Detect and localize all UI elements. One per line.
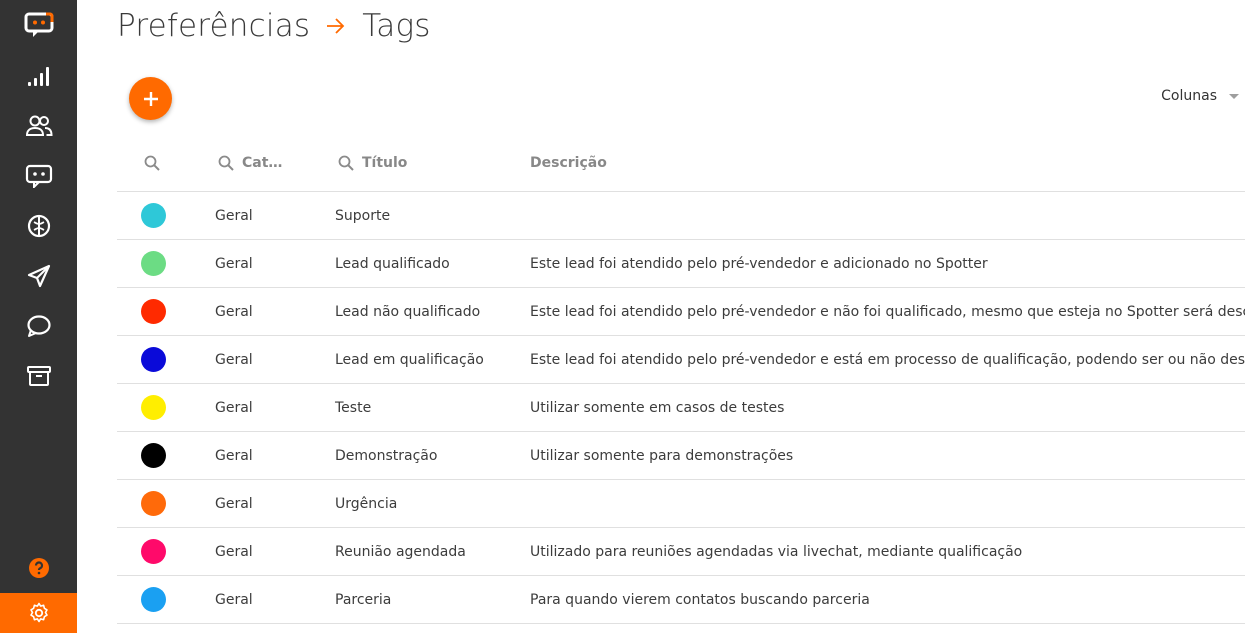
color-cell [141, 336, 166, 383]
description-column-header[interactable]: Descrição [530, 134, 607, 191]
color-cell [141, 576, 166, 623]
archive-icon[interactable] [0, 353, 77, 399]
title-cell: Reunião agendada [335, 543, 466, 560]
search-icon [218, 155, 234, 171]
color-swatch [141, 587, 166, 612]
color-swatch [141, 251, 166, 276]
description-cell: Este lead foi atendido pelo pré-vendedor… [530, 255, 988, 272]
color-swatch [141, 347, 166, 372]
category-cell: Geral [215, 255, 253, 272]
title-cell: Demonstração [335, 447, 438, 464]
description-cell: Utilizado para reuniões agendadas via li… [530, 543, 1023, 560]
table-row[interactable]: Geral Lead não qualificado Este lead foi a… [117, 288, 1245, 336]
description-header-label: Descrição [530, 154, 607, 171]
table-row[interactable]: Geral Parceria Para quando vierem contatos… [117, 576, 1245, 624]
speech-bubble-icon[interactable] [0, 303, 77, 349]
brain-icon[interactable] [0, 203, 77, 249]
color-cell [141, 528, 166, 575]
gear-icon[interactable] [0, 593, 77, 633]
table-row[interactable]: Geral Teste Utilizar somente em casos de t… [117, 384, 1245, 432]
color-swatch [141, 443, 166, 468]
color-swatch [141, 203, 166, 228]
table-body: Geral Suporte Geral Lead qualificado Este le… [117, 192, 1245, 624]
add-tag-button[interactable] [129, 77, 172, 120]
description-cell: Utilizar somente em casos de testes [530, 399, 785, 416]
category-cell: Geral [215, 591, 253, 608]
title-cell: Urgência [335, 495, 398, 512]
color-cell [141, 384, 166, 431]
color-cell [141, 288, 166, 335]
columns-dropdown[interactable]: Colunas [1161, 88, 1239, 104]
description-cell: Este lead foi atendido pelo pré-vendedor… [530, 303, 1245, 320]
search-icon [338, 155, 354, 171]
category-cell: Geral [215, 303, 253, 320]
category-cell: Geral [215, 543, 253, 560]
arrow-right-icon [326, 17, 346, 35]
users-icon[interactable] [0, 103, 77, 149]
category-cell: Geral [215, 495, 253, 512]
chevron-down-icon [1229, 93, 1239, 99]
color-cell [141, 192, 166, 239]
title-column-header[interactable]: Título [338, 134, 407, 191]
title-cell: Parceria [335, 591, 392, 608]
title-cell: Lead não qualificado [335, 303, 481, 320]
color-swatch [141, 539, 166, 564]
color-cell [141, 480, 166, 527]
plus-icon [143, 91, 158, 106]
title-cell: Lead qualificado [335, 255, 450, 272]
title-cell: Lead em qualificação [335, 351, 484, 368]
color-swatch [141, 299, 166, 324]
paper-plane-icon[interactable] [0, 253, 77, 299]
sidebar [0, 0, 77, 633]
description-cell: Para quando vierem contatos buscando par… [530, 591, 870, 608]
table-row[interactable]: Geral Demonstração Utilizar somente para d… [117, 432, 1245, 480]
breadcrumb-current: Tags [362, 8, 431, 44]
breadcrumb-parent[interactable]: Preferências [117, 8, 310, 44]
color-swatch [141, 491, 166, 516]
title-header-label: Título [362, 154, 408, 171]
table-row[interactable]: Geral Reunião agendada Utilizado para reun… [117, 528, 1245, 576]
description-cell: Este lead foi atendido pelo pré-vendedor… [530, 351, 1245, 368]
table-row[interactable]: Geral Urgência [117, 480, 1245, 528]
category-header-label: Cat… [242, 154, 283, 171]
table-row[interactable]: Geral Lead qualificado Este lead foi atend… [117, 240, 1245, 288]
title-cell: Suporte [335, 207, 391, 224]
color-cell [141, 432, 166, 479]
color-cell [141, 240, 166, 287]
table-row[interactable]: Geral Suporte [117, 192, 1245, 240]
category-cell: Geral [215, 447, 253, 464]
question-circle-icon[interactable] [0, 545, 77, 591]
logo-chat-icon[interactable] [0, 2, 77, 48]
category-cell: Geral [215, 351, 253, 368]
description-cell: Utilizar somente para demonstrações [530, 447, 794, 464]
table-header: Cat… Título Descrição [117, 134, 1245, 192]
tags-table: Cat… Título Descrição Geral Suporte Geral L… [117, 134, 1245, 624]
main-content: Preferências Tags Colunas Cat… Título De… [77, 0, 1245, 631]
color-swatch [141, 395, 166, 420]
category-column-header[interactable]: Cat… [218, 134, 282, 191]
chatbot-icon[interactable] [0, 153, 77, 199]
signal-bars-icon[interactable] [0, 53, 77, 99]
table-row[interactable]: Geral Lead em qualificação Este lead foi a… [117, 336, 1245, 384]
category-cell: Geral [215, 207, 253, 224]
title-cell: Teste [335, 399, 372, 416]
category-cell: Geral [215, 399, 253, 416]
columns-label: Colunas [1161, 88, 1217, 104]
breadcrumb: Preferências Tags [117, 6, 431, 46]
color-search-icon[interactable] [144, 134, 168, 191]
